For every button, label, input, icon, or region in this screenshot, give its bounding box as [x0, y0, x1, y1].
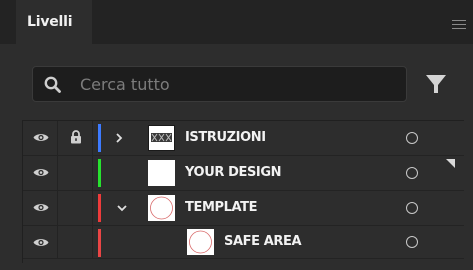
eye-icon [33, 134, 49, 141]
lock-toggle[interactable] [58, 226, 93, 258]
visibility-toggle[interactable] [23, 156, 58, 190]
circle-thumbnail [187, 229, 214, 255]
layer-row[interactable]: YOUR DESIGN [23, 156, 464, 191]
layer-name: ISTRUZIONI [185, 130, 266, 145]
visibility-toggle[interactable] [23, 191, 58, 225]
hamburger-menu-icon[interactable] [452, 20, 466, 30]
search-box [32, 66, 407, 102]
chevron-right-icon[interactable] [113, 132, 125, 144]
blank-thumbnail [148, 160, 175, 186]
magnifier-icon [44, 76, 61, 93]
tab-bar: Livelli [0, 0, 473, 44]
visibility-toggle[interactable] [23, 121, 58, 155]
tab-livelli[interactable]: Livelli [16, 0, 92, 44]
lock-toggle[interactable] [58, 191, 93, 225]
layer-target-circle[interactable] [406, 167, 418, 179]
filter-funnel-icon[interactable] [424, 72, 448, 96]
layer-row[interactable]: ISTRUZIONI [23, 121, 464, 156]
layer-color-bar [98, 194, 101, 222]
chevron-down-icon[interactable] [116, 202, 128, 214]
tab-label: Livelli [27, 14, 73, 30]
layer-color-bar [98, 159, 101, 187]
visibility-toggle[interactable] [23, 226, 58, 258]
instructions-thumbnail [148, 125, 175, 151]
selection-corner-indicator [446, 159, 455, 168]
layer-color-bar [98, 229, 101, 257]
layers-panel: Livelli Cerca tutto ISTRUZIONI YOUR DESI… [0, 0, 473, 270]
layer-row[interactable]: SAFE AREA [23, 226, 464, 259]
layer-name: SAFE AREA [224, 234, 302, 249]
layer-target-circle[interactable] [406, 202, 418, 214]
lock-icon [71, 130, 81, 144]
layer-target-circle[interactable] [406, 132, 418, 144]
layer-name: TEMPLATE [185, 200, 258, 215]
eye-icon [33, 169, 49, 176]
layers-list: ISTRUZIONI YOUR DESIGN TEMPLATE SAFE ARE… [22, 120, 464, 263]
eye-icon [33, 239, 49, 246]
layer-row[interactable]: TEMPLATE [23, 191, 464, 226]
circle-thumbnail [148, 195, 175, 221]
eye-icon [33, 204, 49, 211]
search-input[interactable] [80, 67, 380, 101]
lock-toggle[interactable] [58, 156, 93, 190]
layer-name: YOUR DESIGN [185, 165, 282, 180]
lock-toggle[interactable] [58, 121, 93, 155]
layer-color-bar [98, 124, 101, 152]
layer-target-circle[interactable] [406, 236, 418, 248]
